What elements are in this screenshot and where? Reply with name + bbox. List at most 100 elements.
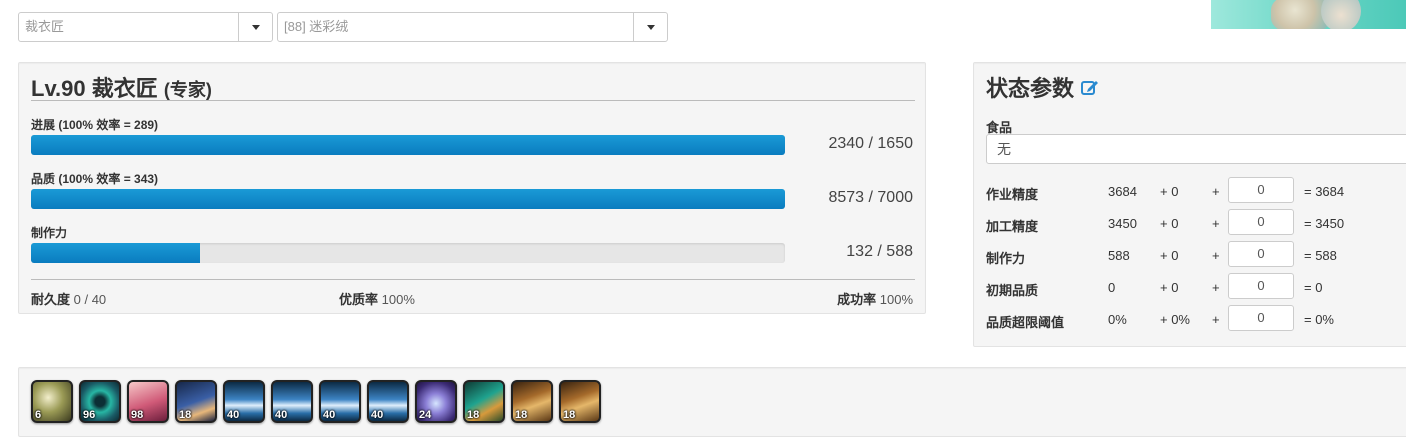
craft-title-main: Lv.90 裁衣匠 [31,76,158,101]
stat-name: 加工精度 [986,219,1039,234]
groundwork-icon[interactable]: 40 [223,380,265,423]
action-sequence-panel: 6 96 98 18 40 40 40 40 24 18 18 18 [18,367,1406,437]
action-count: 18 [515,409,528,421]
hq-readout: 优质率 100% [339,289,415,308]
preparatory-touch-icon[interactable]: 18 [463,380,505,423]
craft-title: Lv.90 裁衣匠 (专家) [31,71,212,103]
success-readout: 成功率 100% [837,289,913,308]
success-value: 100% [879,292,913,307]
waste-not-icon[interactable]: 18 [175,380,217,423]
stat-total: = 588 [1304,248,1337,263]
innovation-icon[interactable]: 24 [415,380,457,423]
success-label: 成功率 [837,292,877,307]
action-count: 18 [467,409,480,421]
progress-bar [31,135,785,155]
action-count: 98 [131,409,144,421]
stat-total: = 0% [1304,312,1334,327]
stat-extra-input[interactable]: 0 [1228,273,1294,299]
basic-touch-icon[interactable]: 18 [511,380,553,423]
action-count: 6 [35,409,42,421]
muscle-memory-icon[interactable]: 6 [31,380,73,423]
stat-bonus: + 0 [1160,280,1179,295]
stat-base: 0 [1108,280,1116,295]
stat-plus: + [1212,184,1220,199]
manipulation-icon[interactable]: 96 [79,380,121,423]
chevron-down-icon [251,24,260,30]
action-count: 24 [419,409,432,421]
action-count: 18 [563,409,576,421]
stat-plus: + [1212,312,1220,327]
stat-bonus: + 0 [1160,216,1179,231]
stat-base: 3450 [1108,216,1137,231]
quality-value: 8573 / 7000 [828,189,913,206]
stat-extra-input[interactable]: 0 [1228,209,1294,235]
character-banner-image [1211,0,1406,29]
stat-extra-input[interactable]: 0 [1228,305,1294,331]
stat-row-quality-cap: 品质超限阈值 0% + 0% + 0 = 0% [986,305,1406,333]
stat-bonus: + 0 [1160,248,1179,263]
edit-icon[interactable] [1080,77,1100,97]
stat-name: 制作力 [986,251,1026,266]
job-select[interactable]: 裁衣匠 [18,12,273,42]
stats-panel: 状态参数 食品 无 作业精度 3684 + 0 + 0 = 3684 加工精度 … [973,62,1406,347]
progress-bar-fill [31,135,785,155]
stat-row-cp: 制作力 588 + 0 + 0 = 588 [986,241,1406,269]
quality-bar [31,189,785,209]
groundwork-icon[interactable]: 40 [319,380,361,423]
basic-touch-icon[interactable]: 18 [559,380,601,423]
cp-label: 制作力 [31,226,68,240]
stat-plus: + [1212,280,1220,295]
quality-bar-fill [31,189,785,209]
action-count: 18 [179,409,192,421]
cp-value: 132 / 588 [846,243,913,260]
veneration-icon[interactable]: 98 [127,380,169,423]
recipe-select[interactable]: [88] 迷彩绒 [277,12,668,42]
stat-name: 初期品质 [986,283,1039,298]
stat-extra-input[interactable]: 0 [1228,177,1294,203]
stat-plus: + [1212,248,1220,263]
stat-name: 品质超限阈值 [986,315,1065,330]
groundwork-icon[interactable]: 40 [367,380,409,423]
recipe-select-toggle[interactable] [633,13,667,41]
quality-label: 品质 (100% 效率 = 343) [31,172,159,186]
action-count: 40 [323,409,336,421]
stat-base: 588 [1108,248,1130,263]
stat-base: 3684 [1108,184,1137,199]
craft-status-panel: Lv.90 裁衣匠 (专家) 进展 (100% 效率 = 289) 2340 /… [18,62,926,314]
craft-title-sub: (专家) [163,80,212,100]
durability-label: 耐久度 [31,292,71,307]
action-count: 40 [275,409,288,421]
stat-bonus: + 0% [1160,312,1190,327]
stat-plus: + [1212,216,1220,231]
progress-label: 进展 (100% 效率 = 289) [31,118,159,132]
divider [31,279,915,280]
stat-total: = 0 [1304,280,1323,295]
action-count: 40 [371,409,384,421]
stat-name: 作业精度 [986,187,1039,202]
hq-label: 优质率 [339,292,379,307]
cp-bar [31,243,785,263]
stat-row-craftsmanship: 作业精度 3684 + 0 + 0 = 3684 [986,177,1406,205]
durability-readout: 耐久度 0 / 40 [31,289,106,308]
chevron-down-icon [646,24,655,30]
cp-bar-fill [31,243,200,263]
action-count: 96 [83,409,96,421]
progress-value: 2340 / 1650 [828,135,913,152]
stats-title: 状态参数 [986,71,1100,103]
recipe-select-value: [88] 迷彩绒 [284,19,349,34]
durability-value: 0 / 40 [73,292,107,307]
stat-row-initial-quality: 初期品质 0 + 0 + 0 = 0 [986,273,1406,301]
stat-bonus: + 0 [1160,184,1179,199]
stats-title-text: 状态参数 [986,76,1075,101]
stat-total: = 3450 [1304,216,1345,231]
stat-base: 0% [1108,312,1127,327]
divider [31,100,915,101]
food-select[interactable]: 无 [986,134,1406,164]
groundwork-icon[interactable]: 40 [271,380,313,423]
stat-row-control: 加工精度 3450 + 0 + 0 = 3450 [986,209,1406,237]
stat-total: = 3684 [1304,184,1345,199]
hq-value: 100% [381,292,415,307]
stat-extra-input[interactable]: 0 [1228,241,1294,267]
action-count: 40 [227,409,240,421]
job-select-toggle[interactable] [238,13,272,41]
